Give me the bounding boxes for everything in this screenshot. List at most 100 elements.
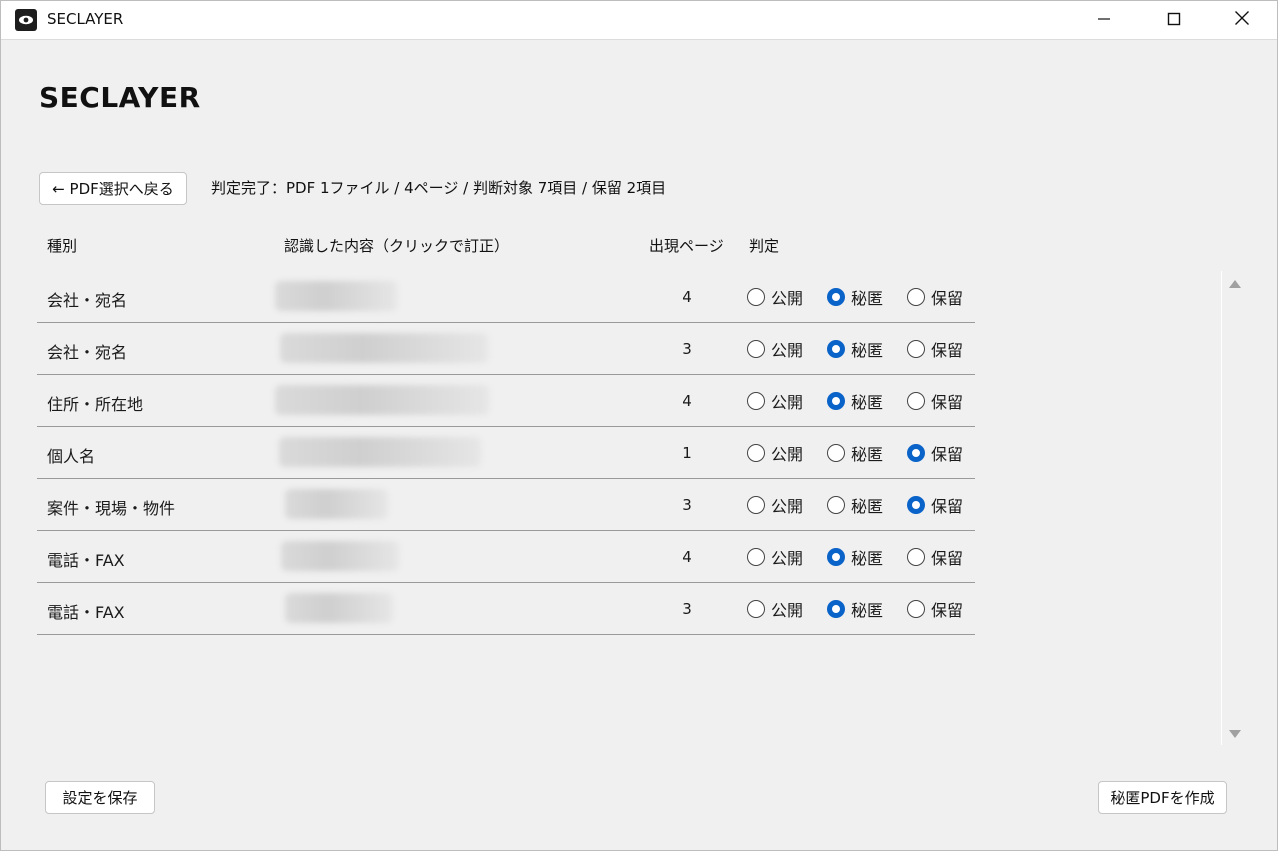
row-type: 会社・宛名 — [47, 291, 128, 310]
radio-option[interactable]: 保留 — [907, 493, 963, 517]
radio-selected-icon — [827, 288, 845, 306]
row-type: 会社・宛名 — [47, 343, 128, 362]
radio-option[interactable]: 公開 — [747, 337, 803, 361]
radio-label: 秘匿 — [851, 445, 884, 464]
row-page: 1 — [682, 444, 692, 462]
radio-label: 保留 — [931, 601, 964, 620]
recognized-content-redacted[interactable] — [285, 489, 388, 519]
header-type: 種別 — [47, 237, 78, 255]
table-row: 案件・現場・物件 3 公開 秘匿 保留 — [37, 479, 975, 531]
radio-option[interactable]: 保留 — [907, 597, 963, 621]
minimize-button[interactable] — [1069, 1, 1139, 39]
header-page: 出現ページ — [649, 237, 724, 255]
radio-option[interactable]: 保留 — [907, 285, 963, 309]
recognized-content-redacted[interactable] — [275, 385, 489, 415]
radio-selected-icon — [907, 496, 925, 514]
radio-option[interactable]: 公開 — [747, 545, 803, 569]
radio-unselected-icon — [907, 288, 925, 306]
radio-option[interactable]: 秘匿 — [827, 545, 883, 569]
radio-selected-icon — [907, 444, 925, 462]
radio-label: 公開 — [771, 289, 804, 308]
radio-unselected-icon — [747, 392, 765, 410]
row-page: 4 — [682, 288, 692, 306]
radio-label: 公開 — [771, 341, 804, 360]
radio-option[interactable]: 秘匿 — [827, 493, 883, 517]
radio-label: 秘匿 — [851, 601, 884, 620]
table-row: 電話・FAX 4 公開 秘匿 保留 — [37, 531, 975, 583]
radio-option[interactable]: 保留 — [907, 545, 963, 569]
radio-unselected-icon — [747, 496, 765, 514]
radio-option[interactable]: 保留 — [907, 441, 963, 465]
row-type: 住所・所在地 — [47, 395, 144, 414]
maximize-button[interactable] — [1139, 1, 1209, 39]
radio-option[interactable]: 秘匿 — [827, 285, 883, 309]
results-table: 会社・宛名 4 公開 秘匿 保留 会社・宛名 3 公開 秘匿 保留 住所・所在地 4 公開 秘匿 保留 個人名… — [37, 271, 975, 635]
radio-selected-icon — [827, 392, 845, 410]
row-type: 電話・FAX — [47, 551, 125, 570]
radio-option[interactable]: 保留 — [907, 337, 963, 361]
row-type: 個人名 — [47, 447, 96, 466]
radio-label: 秘匿 — [851, 393, 884, 412]
row-type: 電話・FAX — [47, 603, 125, 622]
save-settings-button[interactable]: 設定を保存 — [45, 781, 155, 814]
page-title: SECLAYER — [39, 81, 201, 114]
scroll-down-arrow-icon[interactable] — [1229, 730, 1241, 738]
radio-unselected-icon — [747, 288, 765, 306]
radio-label: 公開 — [771, 601, 804, 620]
radio-label: 保留 — [931, 549, 964, 568]
radio-option[interactable]: 秘匿 — [827, 389, 883, 413]
radio-unselected-icon — [907, 600, 925, 618]
recognized-content-redacted[interactable] — [285, 593, 393, 623]
maximize-icon — [1167, 11, 1181, 30]
radio-label: 秘匿 — [851, 289, 884, 308]
close-button[interactable] — [1207, 1, 1277, 39]
radio-option[interactable]: 秘匿 — [827, 441, 883, 465]
radio-label: 公開 — [771, 549, 804, 568]
radio-label: 秘匿 — [851, 497, 884, 516]
radio-option[interactable]: 公開 — [747, 285, 803, 309]
radio-option[interactable]: 公開 — [747, 493, 803, 517]
radio-label: 保留 — [931, 341, 964, 360]
radio-unselected-icon — [907, 340, 925, 358]
radio-unselected-icon — [827, 444, 845, 462]
scrollbar-track[interactable] — [1221, 271, 1222, 745]
radio-label: 保留 — [931, 497, 964, 516]
title-bar: SECLAYER — [1, 1, 1277, 40]
table-row: 電話・FAX 3 公開 秘匿 保留 — [37, 583, 975, 635]
radio-label: 保留 — [931, 289, 964, 308]
radio-label: 保留 — [931, 393, 964, 412]
scroll-up-arrow-icon[interactable] — [1229, 280, 1241, 288]
window-title: SECLAYER — [47, 10, 124, 28]
radio-option[interactable]: 秘匿 — [827, 337, 883, 361]
radio-label: 秘匿 — [851, 549, 884, 568]
table-row: 会社・宛名 3 公開 秘匿 保留 — [37, 323, 975, 375]
radio-unselected-icon — [747, 340, 765, 358]
create-redacted-pdf-button[interactable]: 秘匿PDFを作成 — [1098, 781, 1227, 814]
row-page: 3 — [682, 600, 692, 618]
recognized-content-redacted[interactable] — [279, 437, 481, 467]
app-window: SECLAYER SECLAYER ← PDF選択へ戻る 判定完了：PDF 1フ… — [0, 0, 1278, 851]
table-row: 住所・所在地 4 公開 秘匿 保留 — [37, 375, 975, 427]
recognized-content-redacted[interactable] — [280, 333, 488, 363]
radio-option[interactable]: 保留 — [907, 389, 963, 413]
minimize-icon — [1097, 11, 1111, 30]
radio-option[interactable]: 秘匿 — [827, 597, 883, 621]
recognized-content-redacted[interactable] — [281, 541, 399, 571]
table-row: 個人名 1 公開 秘匿 保留 — [37, 427, 975, 479]
close-icon — [1234, 10, 1250, 30]
radio-label: 公開 — [771, 393, 804, 412]
eye-icon — [15, 9, 37, 31]
radio-selected-icon — [827, 548, 845, 566]
radio-unselected-icon — [747, 600, 765, 618]
radio-selected-icon — [827, 600, 845, 618]
radio-option[interactable]: 公開 — [747, 597, 803, 621]
back-to-pdf-select-button[interactable]: ← PDF選択へ戻る — [39, 172, 187, 205]
row-page: 3 — [682, 496, 692, 514]
radio-option[interactable]: 公開 — [747, 441, 803, 465]
radio-option[interactable]: 公開 — [747, 389, 803, 413]
radio-unselected-icon — [907, 548, 925, 566]
radio-selected-icon — [827, 340, 845, 358]
row-page: 4 — [682, 392, 692, 410]
recognized-content-redacted[interactable] — [275, 281, 397, 311]
radio-label: 秘匿 — [851, 341, 884, 360]
